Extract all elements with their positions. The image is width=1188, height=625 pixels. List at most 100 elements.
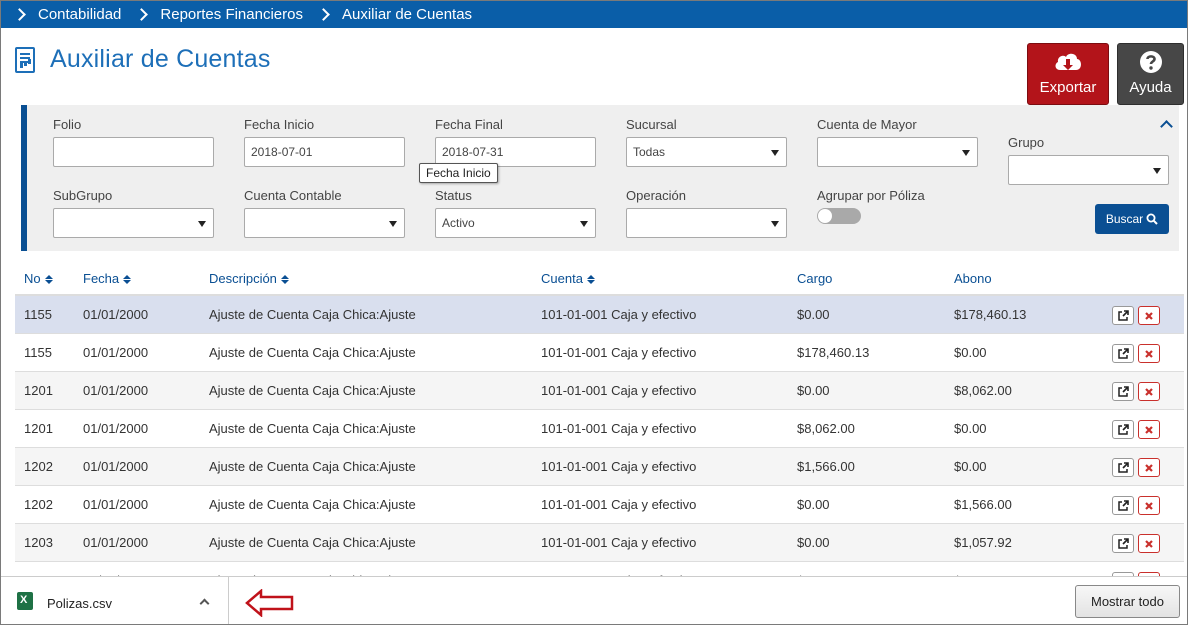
edit-button[interactable] [1112, 458, 1134, 477]
header-label: No [24, 271, 41, 286]
cell-abono: $1,566.00 [954, 497, 1012, 512]
chevron-up-icon[interactable] [1160, 120, 1173, 133]
table-row[interactable]: 1201 01/01/2000 Ajuste de Cuenta Caja Chic… [15, 410, 1184, 448]
cell-no: 1203 [24, 535, 53, 550]
cell-abono: $0.00 [954, 345, 987, 360]
delete-button[interactable] [1138, 420, 1160, 439]
breadcrumb: Contabilidad Reportes Financieros Auxili… [1, 1, 1187, 28]
cuenta-mayor-label: Cuenta de Mayor [817, 117, 917, 132]
page-title: Auxiliar de Cuentas [50, 45, 271, 73]
chevron-right-icon [317, 8, 330, 21]
question-circle-icon [1139, 51, 1162, 73]
delete-button[interactable] [1138, 306, 1160, 325]
close-icon [1145, 425, 1153, 434]
external-link-icon [1118, 347, 1129, 359]
table-row[interactable]: 1155 01/01/2000 Ajuste de Cuenta Caja Chic… [15, 334, 1184, 372]
operacion-label: Operación [626, 188, 686, 203]
help-button[interactable]: Ayuda [1117, 43, 1184, 105]
tooltip: Fecha Inicio [419, 163, 498, 183]
breadcrumb-label: Contabilidad [38, 6, 122, 23]
cell-no: 1202 [24, 459, 53, 474]
edit-button[interactable] [1112, 382, 1134, 401]
cuenta-contable-select[interactable] [244, 208, 405, 238]
subgrupo-select[interactable] [53, 208, 214, 238]
external-link-icon [1118, 499, 1129, 511]
table-row[interactable]: 1201 01/01/2000 Ajuste de Cuenta Caja Chic… [15, 372, 1184, 410]
help-label: Ayuda [1129, 79, 1172, 96]
breadcrumb-item-contabilidad[interactable]: Contabilidad [13, 6, 121, 23]
close-icon [1145, 349, 1153, 358]
header-cuenta[interactable]: Cuenta [541, 271, 595, 286]
cell-fecha: 01/01/2000 [83, 535, 149, 550]
operacion-filter: Operación [626, 188, 787, 238]
sort-icon [44, 275, 53, 285]
cell-descripcion: Ajuste de Cuenta Caja Chica:Ajuste [209, 383, 416, 398]
header-descripcion[interactable]: Descripción [209, 271, 289, 286]
cell-descripcion: Ajuste de Cuenta Caja Chica:Ajuste [209, 421, 416, 436]
edit-button[interactable] [1112, 306, 1134, 325]
cell-fecha: 01/01/2000 [83, 307, 149, 322]
agrupar-toggle[interactable] [817, 208, 861, 224]
folio-input[interactable] [53, 137, 214, 167]
download-filename: Polizas.csv [47, 596, 113, 611]
grupo-select[interactable] [1008, 155, 1169, 185]
table-row[interactable]: 1155 01/01/2000 Ajuste de Cuenta Caja Chic… [15, 296, 1184, 334]
table-row[interactable]: 1203 01/01/2000 Ajuste de Cuenta Caja Chic… [15, 524, 1184, 562]
chevron-up-icon[interactable] [199, 598, 210, 609]
cuenta-contable-label: Cuenta Contable [244, 188, 342, 203]
edit-button[interactable] [1112, 344, 1134, 363]
cuenta-mayor-select[interactable] [817, 137, 978, 167]
cell-cargo: $1,566.00 [797, 459, 855, 474]
cell-descripcion: Ajuste de Cuenta Caja Chica:Ajuste [209, 497, 416, 512]
cell-cargo: $0.00 [797, 497, 830, 512]
external-link-icon [1118, 537, 1129, 549]
delete-button[interactable] [1138, 496, 1160, 515]
download-bar: Polizas.csv Mostrar todo [1, 576, 1187, 624]
cell-fecha: 01/01/2000 [83, 459, 149, 474]
breadcrumb-item-reportes[interactable]: Reportes Financieros [135, 6, 303, 23]
external-link-icon [1118, 461, 1129, 473]
search-button[interactable]: Buscar [1095, 204, 1169, 234]
delete-button[interactable] [1138, 458, 1160, 477]
table-header: No Fecha Descripción Cuenta Cargo Abono [15, 263, 1184, 296]
delete-button[interactable] [1138, 382, 1160, 401]
cell-descripcion: Ajuste de Cuenta Caja Chica:Ajuste [209, 535, 416, 550]
cloud-download-icon [1055, 53, 1081, 70]
cell-cuenta: 101-01-001 Caja y efectivo [541, 307, 697, 322]
show-all-button[interactable]: Mostrar todo [1075, 585, 1180, 618]
folio-label: Folio [53, 117, 82, 132]
chevron-right-icon [135, 8, 149, 21]
table-row[interactable]: 1202 01/01/2000 Ajuste de Cuenta Caja Chic… [15, 448, 1184, 486]
header-fecha[interactable]: Fecha [83, 271, 132, 286]
grupo-label: Grupo [1008, 135, 1045, 150]
fecha-inicio-filter: Fecha Inicio 2018-07-01 [244, 117, 405, 167]
edit-button[interactable] [1112, 534, 1134, 553]
breadcrumb-label: Reportes Financieros [160, 6, 303, 23]
breadcrumb-item-auxiliar[interactable]: Auxiliar de Cuentas [317, 6, 472, 23]
status-select[interactable]: Activo [435, 208, 596, 238]
subgrupo-filter: SubGrupo [53, 188, 214, 238]
cell-cuenta: 101-01-001 Caja y efectivo [541, 535, 697, 550]
download-item[interactable]: Polizas.csv [1, 577, 229, 624]
cell-no: 1155 [24, 345, 52, 360]
edit-button[interactable] [1112, 420, 1134, 439]
cell-no: 1201 [24, 383, 53, 398]
search-label: Buscar [1105, 212, 1144, 226]
edit-button[interactable] [1112, 496, 1134, 515]
operacion-select[interactable] [626, 208, 787, 238]
table-row[interactable]: 1202 01/01/2000 Ajuste de Cuenta Caja Chic… [15, 486, 1184, 524]
export-button[interactable]: Exportar [1027, 43, 1109, 105]
cell-cargo: $0.00 [797, 383, 830, 398]
header-no[interactable]: No [24, 271, 53, 286]
fecha-inicio-input[interactable]: 2018-07-01 [244, 137, 405, 167]
sort-icon [280, 275, 289, 285]
results-table: No Fecha Descripción Cuenta Cargo Abono … [15, 263, 1184, 600]
delete-button[interactable] [1138, 344, 1160, 363]
subgrupo-label: SubGrupo [53, 188, 113, 203]
cell-cargo: $8,062.00 [797, 421, 855, 436]
delete-button[interactable] [1138, 534, 1160, 553]
sucursal-select[interactable]: Todas [626, 137, 787, 167]
table-body: 1155 01/01/2000 Ajuste de Cuenta Caja Chic… [15, 296, 1184, 600]
agrupar-label: Agrupar por Póliza [817, 188, 925, 203]
cell-descripcion: Ajuste de Cuenta Caja Chica:Ajuste [209, 307, 416, 322]
